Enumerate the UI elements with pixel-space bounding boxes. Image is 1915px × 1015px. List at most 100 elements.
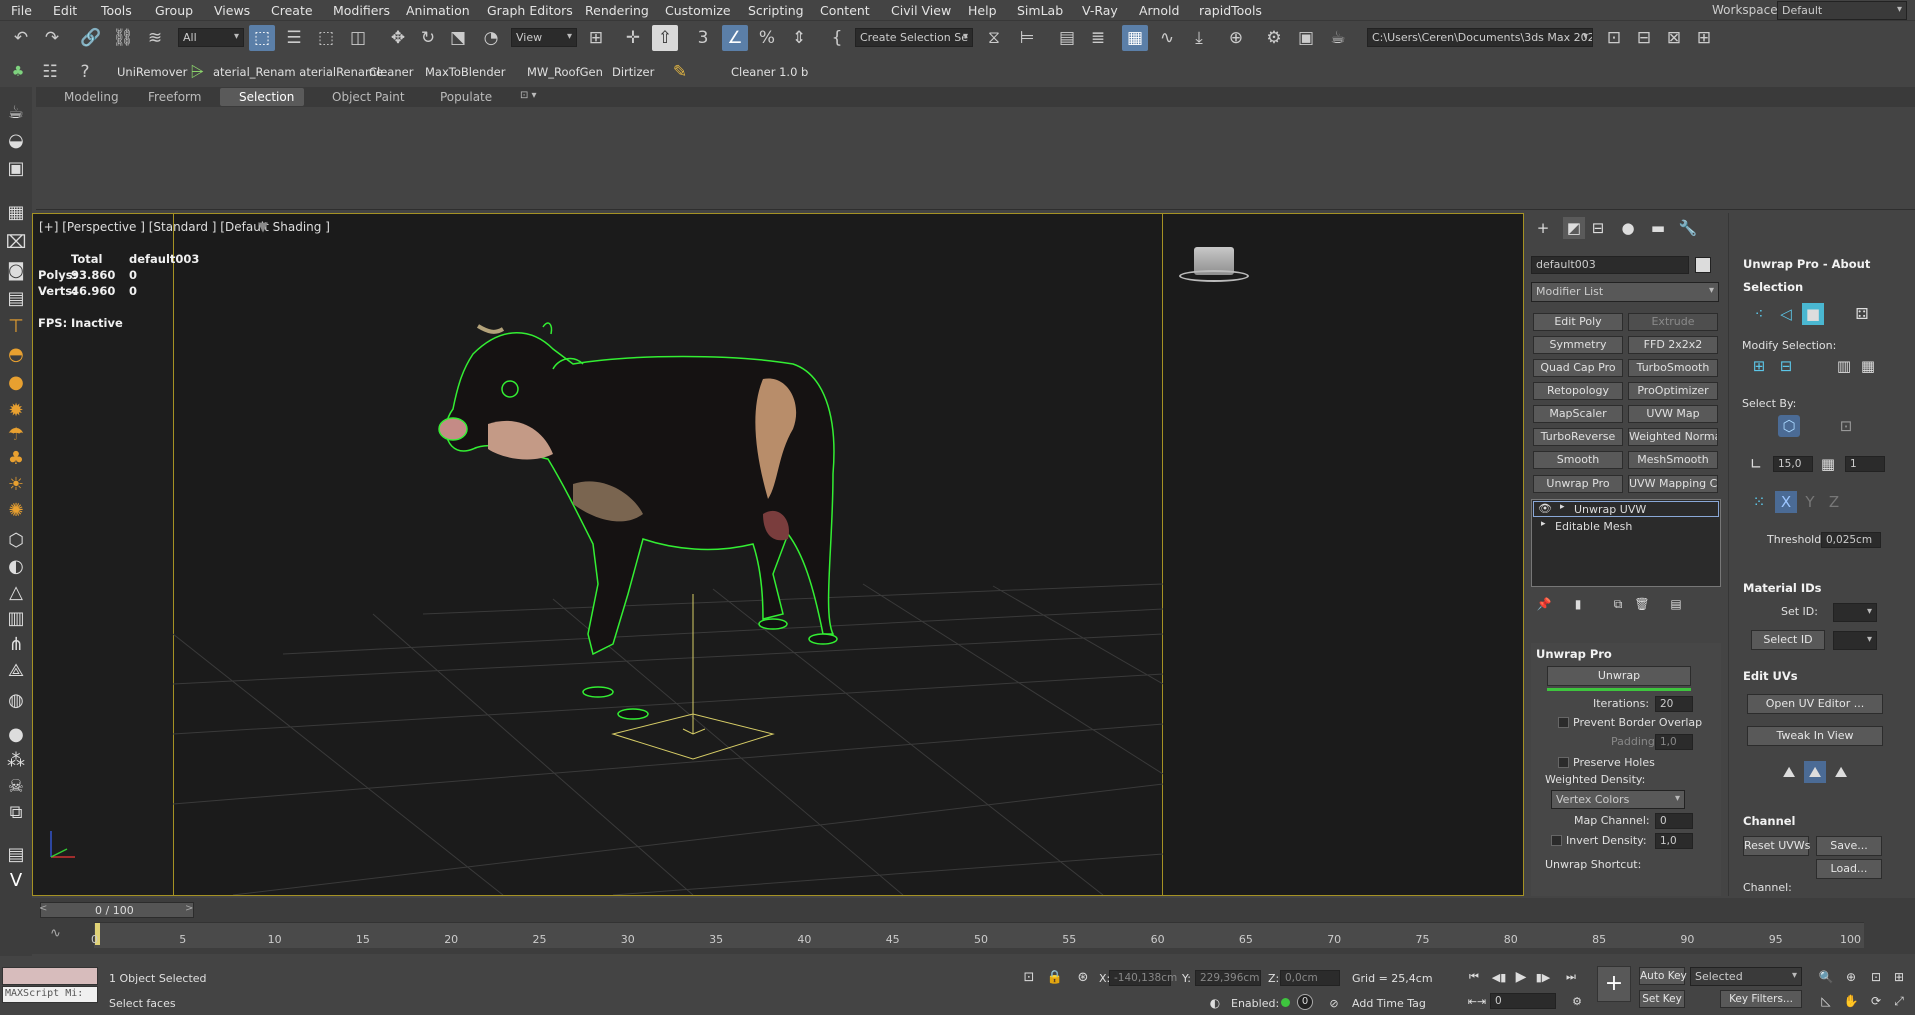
- cleaner-button[interactable]: Cleaner: [369, 65, 413, 79]
- select-id-button[interactable]: Select ID: [1751, 630, 1825, 650]
- roofgen-button[interactable]: MW_RoofGen: [527, 65, 603, 79]
- material-ids-title[interactable]: Material IDs: [1743, 581, 1822, 595]
- goto-start-icon[interactable]: ⏮: [1463, 966, 1485, 988]
- render-production-icon[interactable]: ☕: [1325, 25, 1351, 51]
- project-icon-3[interactable]: ⊠: [1661, 25, 1687, 51]
- eye-icon[interactable]: 👁: [1538, 502, 1552, 515]
- reset-uvws-button[interactable]: Reset UVWs: [1743, 836, 1810, 856]
- light-b-icon[interactable]: ◓: [3, 341, 29, 367]
- pivot-center-icon[interactable]: ⊞: [583, 25, 609, 51]
- next-frame-icon[interactable]: ▮▶: [1532, 966, 1554, 988]
- fur-icon[interactable]: ⟁: [3, 657, 29, 683]
- previous-frame-icon[interactable]: ◀▮: [1488, 966, 1510, 988]
- sun-icon[interactable]: ☀: [3, 471, 29, 497]
- modifier-smooth-button[interactable]: Smooth: [1533, 451, 1623, 469]
- modifier-uvw-map-button[interactable]: UVW Map: [1628, 405, 1718, 423]
- ribbon-toggle-icon[interactable]: ▦: [1122, 25, 1148, 51]
- unlink-icon[interactable]: ⛓: [110, 25, 136, 51]
- menu-file[interactable]: File: [11, 3, 32, 18]
- tab-freeform[interactable]: Freeform: [148, 90, 201, 104]
- redo-icon[interactable]: ↷: [39, 25, 65, 51]
- make-unique-icon[interactable]: ⧉: [1607, 593, 1629, 615]
- percent-snap-icon[interactable]: %: [754, 25, 780, 51]
- mirror-icon[interactable]: ⧖: [981, 25, 1007, 51]
- modifier-quad-cap-button[interactable]: Quad Cap Pro: [1533, 359, 1623, 377]
- key-filter-dropdown[interactable]: Selected: [1690, 967, 1802, 986]
- maxscript-listener-top[interactable]: [2, 967, 98, 985]
- orbit-icon[interactable]: ⟳: [1865, 990, 1887, 1012]
- x-axis-icon[interactable]: X: [1775, 491, 1797, 513]
- show-end-result-icon[interactable]: ▮: [1567, 593, 1589, 615]
- grid-icon[interactable]: ▦: [3, 199, 29, 225]
- z-axis-icon[interactable]: Z: [1823, 491, 1845, 513]
- unwrap-button[interactable]: Unwrap: [1547, 666, 1691, 686]
- uv-tool-2-icon[interactable]: ⛰: [1804, 761, 1826, 783]
- menu-group[interactable]: Group: [155, 3, 193, 18]
- skull-icon[interactable]: ☠: [3, 773, 29, 799]
- menu-modifiers[interactable]: Modifiers: [333, 3, 390, 18]
- expand-icon[interactable]: ▸: [1560, 502, 1565, 512]
- menu-rendering[interactable]: Rendering: [585, 3, 649, 18]
- hierarchy-tab-icon[interactable]: ⊟: [1587, 217, 1609, 239]
- clone-icon[interactable]: ⧉: [3, 799, 29, 825]
- project-icon-4[interactable]: ⊞: [1691, 25, 1717, 51]
- project-icon-2[interactable]: ⊟: [1631, 25, 1657, 51]
- create-tab-icon[interactable]: +: [1532, 217, 1554, 239]
- select-scale-icon[interactable]: ⬔: [445, 25, 471, 51]
- tools-icon[interactable]: ▤: [3, 841, 29, 867]
- open-uv-editor-button[interactable]: Open UV Editor ...: [1747, 694, 1883, 714]
- face-select-icon[interactable]: ■: [1802, 303, 1824, 325]
- modifier-meshsmooth-button[interactable]: MeshSmooth: [1628, 451, 1718, 469]
- undo-icon[interactable]: ↶: [8, 25, 34, 51]
- expand-icon[interactable]: ▸: [1541, 519, 1546, 529]
- menu-arnold[interactable]: Arnold: [1139, 3, 1179, 18]
- scene-explorer-icon[interactable]: ▤: [1054, 25, 1080, 51]
- modifier-unwrap-pro-button[interactable]: Unwrap Pro: [1533, 475, 1623, 493]
- modifier-prooptimizer-button[interactable]: ProOptimizer: [1628, 382, 1718, 400]
- dirtizer-button[interactable]: Dirtizer: [612, 65, 654, 79]
- modify-tab-icon[interactable]: ◩: [1563, 217, 1585, 239]
- perspective-viewport[interactable]: [+] [Perspective ] [Standard ] [Default …: [32, 213, 1524, 896]
- keyboard-shortcut-override-icon[interactable]: ⇧: [652, 25, 678, 51]
- save-uvws-button[interactable]: Save...: [1816, 836, 1882, 856]
- object-color-swatch[interactable]: [1695, 257, 1711, 273]
- light-a-icon[interactable]: ⊤: [3, 313, 29, 339]
- prevent-border-checkbox[interactable]: [1558, 717, 1569, 728]
- tab-modeling[interactable]: Modeling: [64, 90, 119, 104]
- modifier-uvw-mapping-clear-button[interactable]: UVW Mapping Clea: [1628, 475, 1718, 493]
- window-crossing-icon[interactable]: ◫: [345, 25, 371, 51]
- material-rename-button[interactable]: aterial_Renam aterialRename: [213, 65, 383, 79]
- grow-selection-icon[interactable]: ⊞: [1748, 355, 1770, 377]
- stack-item-unwrap-uvw[interactable]: 👁 ▸ Unwrap UVW: [1533, 501, 1719, 517]
- rectangular-selection-icon[interactable]: ⬚: [313, 25, 339, 51]
- about-rollout-title[interactable]: Unwrap Pro - About: [1743, 257, 1870, 271]
- maximize-viewport-icon[interactable]: ⤢: [1888, 990, 1910, 1012]
- planar-icon[interactable]: ▦: [1817, 453, 1839, 475]
- auto-key-button[interactable]: Auto Key: [1639, 967, 1687, 985]
- modifier-turbosmooth-button[interactable]: TurboSmooth: [1628, 359, 1718, 377]
- bind-spacewarp-icon[interactable]: ≋: [142, 25, 168, 51]
- preserve-holes-checkbox[interactable]: [1558, 757, 1569, 768]
- angle-icon[interactable]: ∟: [1745, 453, 1767, 475]
- cube-icon[interactable]: ⬡: [3, 527, 29, 553]
- material-editor-icon[interactable]: ⊕: [1223, 25, 1249, 51]
- unwrap-pro-title[interactable]: Unwrap Pro: [1536, 647, 1612, 661]
- selection-filter-dropdown[interactable]: All: [178, 28, 244, 47]
- ribbon-options-icon[interactable]: ⊡ ▾: [520, 90, 537, 101]
- render-setup-icon[interactable]: ⚙: [1261, 25, 1287, 51]
- dome-icon[interactable]: ◒: [3, 127, 29, 153]
- isolate-selection-icon[interactable]: ⊡: [1018, 966, 1040, 988]
- menu-edit[interactable]: Edit: [53, 3, 77, 18]
- tab-populate[interactable]: Populate: [440, 90, 492, 104]
- curve-editor-icon[interactable]: ∿: [1154, 25, 1180, 51]
- menu-scripting[interactable]: Scripting: [748, 3, 804, 18]
- add-time-tag[interactable]: Add Time Tag: [1352, 997, 1426, 1010]
- menu-views[interactable]: Views: [214, 3, 250, 18]
- map-channel-spinner[interactable]: 0: [1655, 813, 1693, 829]
- select-by-name-icon[interactable]: ☰: [281, 25, 307, 51]
- key-mode-icon[interactable]: ⇤⇥: [1466, 990, 1488, 1012]
- zoom-icon[interactable]: 🔍: [1815, 966, 1837, 988]
- tweak-in-view-button[interactable]: Tweak In View: [1747, 726, 1883, 746]
- uv-tool-1-icon[interactable]: ⛰: [1778, 761, 1800, 783]
- maxtoblender-button[interactable]: MaxToBlender: [425, 65, 505, 79]
